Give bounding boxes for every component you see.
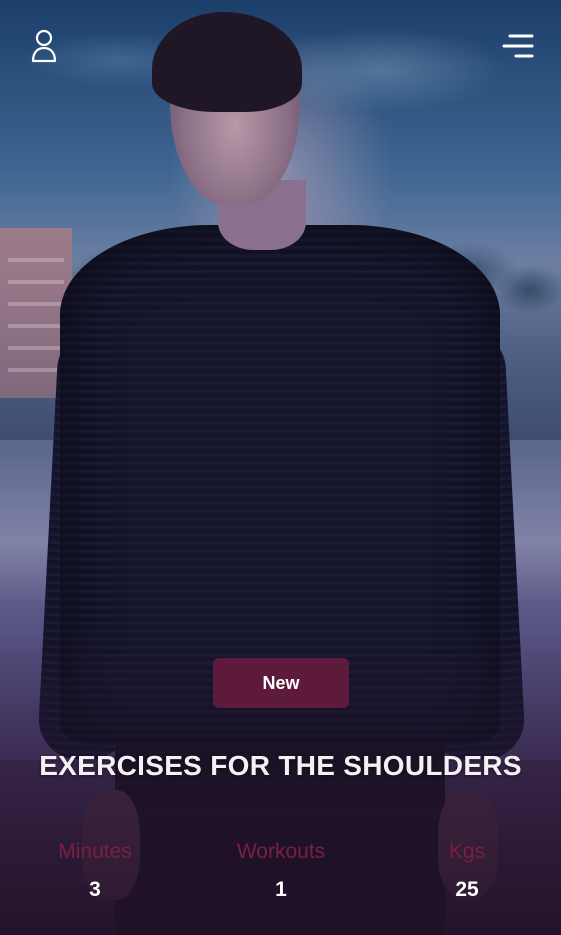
stat-value: 25 — [455, 878, 479, 901]
user-outline-icon — [31, 29, 57, 63]
menu-button[interactable] — [498, 26, 538, 66]
stat-label: Kgs — [448, 840, 486, 863]
stat-workouts: Workouts 1 — [211, 838, 351, 902]
stat-label: Workouts — [236, 840, 326, 863]
profile-button[interactable] — [24, 26, 64, 66]
new-badge-label: New — [262, 672, 300, 693]
background-building-windows — [8, 240, 64, 390]
stat-kgs: Kgs 25 — [397, 838, 537, 902]
new-badge-button[interactable]: New — [213, 658, 349, 708]
hamburger-menu-icon — [502, 34, 534, 58]
workout-screen: New EXERCISES FOR THE SHOULDERS Minutes … — [0, 0, 561, 935]
stat-value: 1 — [275, 878, 287, 901]
stat-value: 3 — [89, 878, 101, 901]
stat-minutes: Minutes 3 — [25, 838, 165, 902]
workout-stats: Minutes 3 Workouts 1 Kgs 25 — [0, 838, 561, 918]
stat-label: Minutes — [58, 840, 132, 863]
workout-title: EXERCISES FOR THE SHOULDERS — [39, 750, 522, 781]
